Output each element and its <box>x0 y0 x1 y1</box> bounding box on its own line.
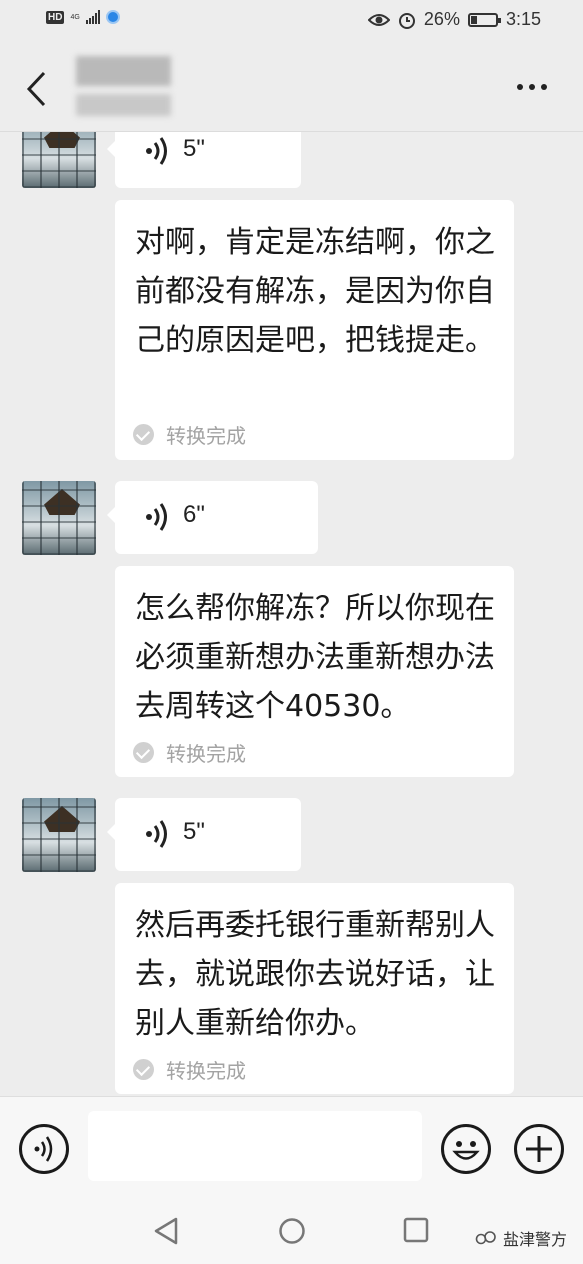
avatar[interactable] <box>22 481 96 555</box>
chat-header <box>0 44 583 132</box>
chevron-left-icon[interactable] <box>24 70 50 108</box>
check-circle-icon <box>133 1059 154 1080</box>
voice-duration: 5" <box>183 135 205 162</box>
hd-badge: HD <box>46 10 65 24</box>
transcript-text: 然后再委托银行重新帮别人去，就说跟你去说好话，让别人重新给你办。 <box>135 908 495 1041</box>
emoji-icon[interactable] <box>441 1124 491 1174</box>
transcript-bubble[interactable]: 对啊，肯定是冻结啊，你之前都没有解冻，是因为你自己的原因是吧，把钱提走。 转换完… <box>115 200 514 460</box>
voice-wave-icon <box>146 503 167 531</box>
transcript-status-label: 转换完成 <box>166 424 246 448</box>
contact-subtitle-blurred <box>76 94 171 116</box>
chat-message-list[interactable]: 5" 对啊，肯定是冻结啊，你之前都没有解冻，是因为你自己的原因是吧，把钱提走。 … <box>0 132 583 1096</box>
system-nav-bar: 盐津警方 <box>0 1196 583 1264</box>
status-bar: HD 4G 26% 3:15 <box>0 0 583 44</box>
status-right: 26% 3:15 <box>367 9 541 30</box>
signal-icon <box>85 10 100 24</box>
more-dots-icon[interactable] <box>517 84 547 90</box>
eye-icon <box>367 13 390 26</box>
voice-wave-icon <box>146 820 167 848</box>
input-bar <box>0 1096 583 1196</box>
transcript-text: 对啊，肯定是冻结啊，你之前都没有解冻，是因为你自己的原因是吧，把钱提走。 <box>135 225 495 358</box>
circle-home-icon[interactable] <box>278 1217 306 1245</box>
check-circle-icon <box>133 424 154 445</box>
avatar[interactable] <box>22 798 96 872</box>
voice-duration: 5" <box>183 818 205 845</box>
transcript-status: 转换完成 <box>133 738 246 767</box>
voice-message[interactable]: 5" <box>107 798 301 871</box>
alarm-icon <box>398 12 415 29</box>
browser-notification-icon <box>105 10 120 24</box>
voice-input-icon[interactable] <box>19 1124 69 1174</box>
transcript-status-label: 转换完成 <box>166 742 246 766</box>
check-circle-icon <box>133 742 154 763</box>
contact-name-blurred <box>76 56 171 86</box>
wechat-official-icon <box>475 1231 496 1245</box>
voice-message[interactable]: 5" <box>107 132 301 188</box>
voice-duration: 6" <box>183 501 205 528</box>
network-type: 4G <box>70 13 80 21</box>
watermark: 盐津警方 <box>475 1226 567 1250</box>
message-input[interactable] <box>88 1111 422 1181</box>
battery-icon <box>467 12 501 27</box>
transcript-status: 转换完成 <box>133 420 246 449</box>
transcript-text: 怎么帮你解冻？所以你现在必须重新想办法重新想办法去周转这个40530。 <box>135 591 495 724</box>
plus-icon[interactable] <box>514 1124 564 1174</box>
transcript-bubble[interactable]: 然后再委托银行重新帮别人去，就说跟你去说好话，让别人重新给你办。 转换完成 <box>115 883 514 1094</box>
triangle-back-icon[interactable] <box>153 1217 179 1245</box>
voice-wave-icon <box>146 137 167 165</box>
transcript-bubble[interactable]: 怎么帮你解冻？所以你现在必须重新想办法重新想办法去周转这个40530。 转换完成 <box>115 566 514 777</box>
status-left: HD 4G <box>46 10 120 24</box>
transcript-status: 转换完成 <box>133 1055 246 1084</box>
transcript-status-label: 转换完成 <box>166 1059 246 1083</box>
clock: 3:15 <box>505 9 541 29</box>
watermark-text: 盐津警方 <box>502 1230 567 1249</box>
avatar[interactable] <box>22 132 96 188</box>
square-recent-icon[interactable] <box>403 1217 429 1243</box>
voice-message[interactable]: 6" <box>107 481 318 554</box>
battery-percent: 26% <box>423 9 460 29</box>
